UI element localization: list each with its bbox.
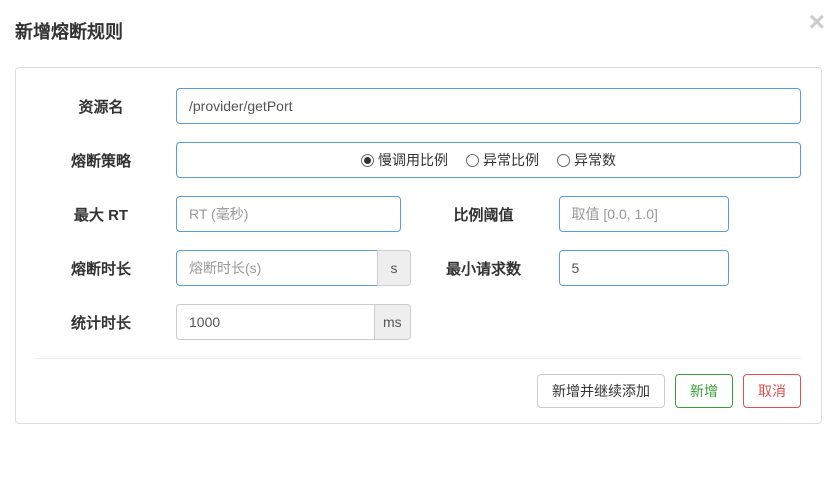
input-time-window[interactable] xyxy=(176,250,377,286)
radio-error-ratio-label: 异常比例 xyxy=(483,150,539,170)
label-resource: 资源名 xyxy=(36,96,166,117)
row-strategy: 熔断策略 慢调用比例 异常比例 异常数 xyxy=(36,142,801,178)
unit-seconds: s xyxy=(377,250,411,286)
divider xyxy=(36,358,801,359)
row-rt-threshold: 最大 RT 比例阈值 xyxy=(36,196,801,232)
add-button[interactable]: 新增 xyxy=(675,374,733,408)
add-continue-button[interactable]: 新增并继续添加 xyxy=(537,374,665,408)
row-stat-interval: 统计时长 ms xyxy=(36,304,801,340)
label-strategy: 熔断策略 xyxy=(36,150,166,171)
input-min-request[interactable] xyxy=(559,250,729,286)
label-stat-interval: 统计时长 xyxy=(36,312,166,333)
radio-dot-icon xyxy=(557,154,570,167)
radio-dot-icon xyxy=(361,154,374,167)
input-max-rt[interactable] xyxy=(176,196,401,232)
label-time-window: 熔断时长 xyxy=(36,258,166,279)
radio-error-count[interactable]: 异常数 xyxy=(557,150,616,170)
radio-slow-call[interactable]: 慢调用比例 xyxy=(361,150,448,170)
radio-slow-label: 慢调用比例 xyxy=(378,150,448,170)
modal-footer: 新增并继续添加 新增 取消 xyxy=(36,374,801,408)
modal-title: 新增熔断规则 xyxy=(15,18,822,44)
input-resource[interactable] xyxy=(176,88,801,124)
label-min-request: 最小请求数 xyxy=(419,258,549,279)
form-panel: 资源名 熔断策略 慢调用比例 异常比例 异常数 最大 RT xyxy=(15,67,822,424)
radio-error-count-label: 异常数 xyxy=(574,150,616,170)
label-max-rt: 最大 RT xyxy=(36,204,166,225)
label-threshold: 比例阈值 xyxy=(419,204,549,225)
cancel-button[interactable]: 取消 xyxy=(743,374,801,408)
strategy-radio-group: 慢调用比例 异常比例 异常数 xyxy=(176,142,801,178)
radio-dot-icon xyxy=(466,154,479,167)
unit-ms: ms xyxy=(374,304,411,340)
row-window-minreq: 熔断时长 s 最小请求数 xyxy=(36,250,801,286)
row-resource: 资源名 xyxy=(36,88,801,124)
input-threshold[interactable] xyxy=(559,196,729,232)
close-icon[interactable]: × xyxy=(809,8,825,36)
radio-error-ratio[interactable]: 异常比例 xyxy=(466,150,539,170)
input-stat-interval[interactable] xyxy=(176,304,374,340)
modal-header: 新增熔断规则 xyxy=(0,0,837,52)
